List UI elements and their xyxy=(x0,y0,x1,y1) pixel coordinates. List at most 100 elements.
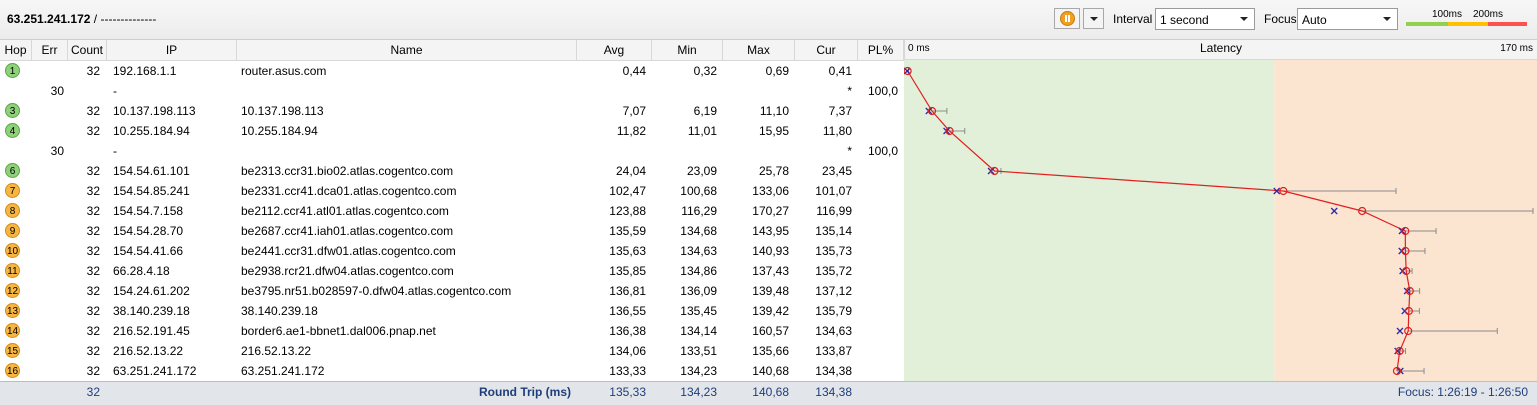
cell-ip: 154.24.61.202 xyxy=(113,284,190,298)
cell-pl xyxy=(858,121,898,141)
cell-min: 134,23 xyxy=(680,364,717,378)
cell-min: 100,68 xyxy=(680,184,717,198)
cell-min: 0,32 xyxy=(693,64,717,78)
cell-ip: 216.52.191.45 xyxy=(113,324,190,338)
cell-max: 170,27 xyxy=(752,204,789,218)
cell-pl xyxy=(858,101,898,121)
table-row[interactable]: 8 32 154.54.7.158 be2112.ccr41.atl01.atlas.… xyxy=(0,201,904,221)
col-name[interactable]: Name xyxy=(237,40,577,60)
col-max[interactable]: Max xyxy=(723,40,795,60)
col-min[interactable]: Min xyxy=(652,40,723,60)
toolbar: 63.251.241.172 / -------------- Interval… xyxy=(0,0,1537,40)
interval-value: 1 second xyxy=(1160,13,1209,27)
cell-count: 32 xyxy=(86,264,100,278)
table-row[interactable]: 11 32 66.28.4.18 be2938.rcr21.dfw04.atlas.c… xyxy=(0,261,904,281)
cell-cur: 134,63 xyxy=(815,324,852,338)
cell-name: be2331.ccr41.dca01.atlas.cogentco.com xyxy=(241,184,457,198)
table-row[interactable]: 3 32 10.137.198.113 10.137.198.113 7,07 6,19 1… xyxy=(0,101,904,121)
cell-name: 63.251.241.172 xyxy=(241,364,325,378)
cell-max: 139,48 xyxy=(752,284,789,298)
cell-name: be2441.ccr31.dfw01.atlas.cogentco.com xyxy=(241,244,456,258)
cell-max: 160,57 xyxy=(752,324,789,338)
cell-ip: 154.54.61.101 xyxy=(113,164,190,178)
table-row[interactable]: 16 32 63.251.241.172 63.251.241.172 133,33 13… xyxy=(0,361,904,381)
cell-cur: 0,41 xyxy=(828,64,852,78)
cell-name: 10.255.184.94 xyxy=(241,124,318,138)
cell-pl xyxy=(858,221,898,241)
col-ip[interactable]: IP xyxy=(107,40,237,60)
table-row[interactable]: 6 32 154.54.61.101 be2313.ccr31.bio02.atlas… xyxy=(0,161,904,181)
cell-min: 134,63 xyxy=(680,244,717,258)
cell-max xyxy=(723,81,789,101)
hop-status-badge: 1 xyxy=(5,63,20,78)
cell-name: be2938.rcr21.dfw04.atlas.cogentco.com xyxy=(241,264,454,278)
cell-cur: 137,12 xyxy=(815,284,852,298)
footer-count: 32 xyxy=(86,385,100,399)
cell-err xyxy=(32,341,64,361)
cell-err xyxy=(32,161,64,181)
cell-avg: 123,88 xyxy=(609,204,646,218)
col-avg[interactable]: Avg xyxy=(577,40,652,60)
cell-count: 32 xyxy=(86,244,100,258)
cell-err xyxy=(32,321,64,341)
cell-cur: 101,07 xyxy=(815,184,852,198)
cell-count: 32 xyxy=(86,344,100,358)
cell-ip: 192.168.1.1 xyxy=(113,64,177,78)
cell-cur: 135,72 xyxy=(815,264,852,278)
cell-min: 136,09 xyxy=(680,284,717,298)
interval-label: Interval xyxy=(1113,12,1153,26)
legend-high-label: 200ms xyxy=(1473,9,1504,20)
table-row[interactable]: 12 32 154.24.61.202 be3795.nr51.b028597-0.d… xyxy=(0,281,904,301)
cell-min: 6,19 xyxy=(693,104,717,118)
latency-chart: 0 ms Latency 170 ms xyxy=(904,40,1537,381)
cell-name: be2687.ccr41.iah01.atlas.cogentco.com xyxy=(241,224,454,238)
cell-min xyxy=(652,141,717,161)
table-row[interactable]: 7 32 154.54.85.241 be2331.ccr41.dca01.atlas… xyxy=(0,181,904,201)
table-row[interactable]: 30 - * 100,0 xyxy=(0,81,904,101)
cell-ip: 10.137.198.113 xyxy=(113,104,196,118)
table-row[interactable]: 13 32 38.140.239.18 38.140.239.18 136,55 135,… xyxy=(0,301,904,321)
table-row[interactable]: 9 32 154.54.28.70 be2687.ccr41.iah01.atlas.… xyxy=(0,221,904,241)
cell-cur: * xyxy=(847,144,852,158)
cell-err xyxy=(32,201,64,221)
table-row[interactable]: 4 32 10.255.184.94 10.255.184.94 11,82 11,01 1… xyxy=(0,121,904,141)
cell-pl xyxy=(858,261,898,281)
table-row[interactable]: 30 - * 100,0 xyxy=(0,141,904,161)
cell-ip: 66.28.4.18 xyxy=(113,264,170,278)
pause-button[interactable] xyxy=(1054,8,1080,29)
cell-avg: 133,33 xyxy=(609,364,646,378)
cell-max: 11,10 xyxy=(759,104,789,118)
cell-pl xyxy=(858,321,898,341)
col-count[interactable]: Count xyxy=(68,40,107,60)
cell-name: router.asus.com xyxy=(241,64,327,78)
col-err[interactable]: Err xyxy=(32,40,68,60)
table-row[interactable]: 15 32 216.52.13.22 216.52.13.22 134,06 133,51… xyxy=(0,341,904,361)
cell-max: 0,69 xyxy=(765,64,789,78)
col-pl[interactable]: PL% xyxy=(858,40,904,60)
table-row[interactable]: 1 32 192.168.1.1 router.asus.com 0,44 0,32 0,6… xyxy=(0,61,904,81)
col-cur[interactable]: Cur xyxy=(795,40,858,60)
cell-max: 140,68 xyxy=(752,364,789,378)
col-hop[interactable]: Hop xyxy=(0,40,32,60)
focus-select[interactable]: Auto xyxy=(1297,8,1398,30)
cell-min xyxy=(652,81,717,101)
interval-select[interactable]: 1 second xyxy=(1155,8,1255,30)
chevron-down-icon xyxy=(1383,17,1391,21)
cell-avg: 24,04 xyxy=(615,164,646,178)
pause-icon xyxy=(1060,11,1075,26)
cell-max: 143,95 xyxy=(752,224,789,238)
cell-cur: 135,79 xyxy=(815,304,852,318)
cell-cur: 134,38 xyxy=(815,364,852,378)
cell-avg xyxy=(577,141,646,161)
cell-err xyxy=(32,301,64,321)
table-row[interactable]: 10 32 154.54.41.66 be2441.ccr31.dfw01.atlas… xyxy=(0,241,904,261)
target-separator: / xyxy=(93,12,98,26)
cell-pl xyxy=(858,281,898,301)
options-dropdown-button[interactable] xyxy=(1083,8,1104,29)
cell-err xyxy=(32,281,64,301)
table-row[interactable]: 14 32 216.52.191.45 border6.ae1-bbnet1.dal0… xyxy=(0,321,904,341)
cell-ip: 154.54.85.241 xyxy=(113,184,190,198)
cell-count xyxy=(68,141,100,161)
cell-count xyxy=(68,81,100,101)
cell-cur: 135,14 xyxy=(815,224,852,238)
